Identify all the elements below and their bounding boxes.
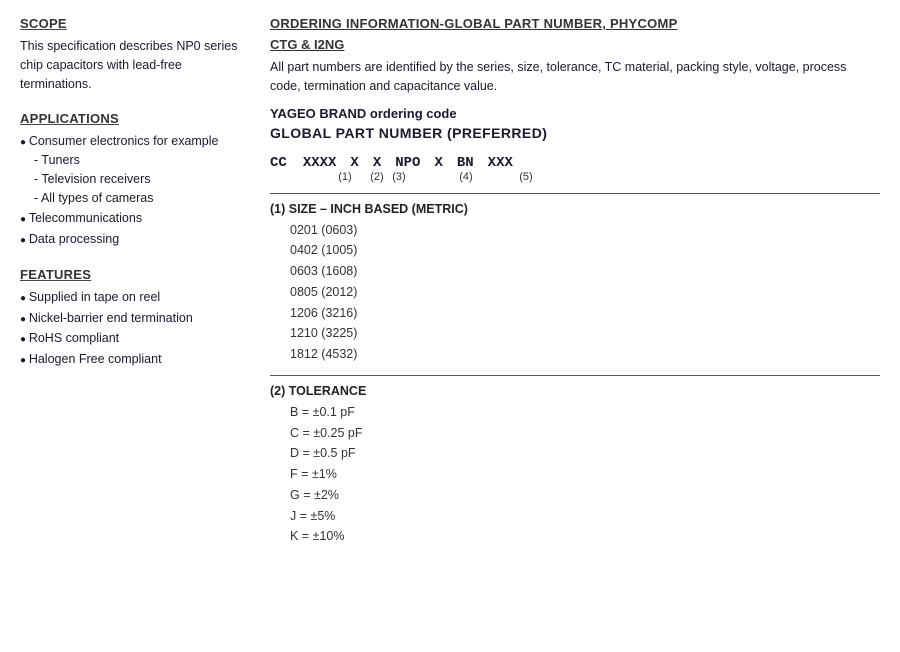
table-row: 1812 (4532): [270, 344, 880, 365]
list-item: All types of cameras: [34, 189, 240, 208]
table-row: B = ±0.1 pF: [270, 402, 880, 423]
ordering-heading: ORDERING INFORMATION-GLOBAL PART NUMBER,…: [270, 16, 880, 31]
code-xxxx: XXXX: [303, 155, 337, 171]
code-x1: X: [350, 155, 358, 171]
brand-label: YAGEO BRAND ordering code: [270, 106, 880, 121]
sub-list: Tuners Television receivers All types of…: [20, 151, 240, 207]
features-heading: FEATURES: [20, 267, 240, 282]
list-item: Consumer electronics for example Tuners …: [20, 132, 240, 207]
right-column: ORDERING INFORMATION-GLOBAL PART NUMBER,…: [260, 16, 880, 557]
features-list: Supplied in tape on reel Nickel-barrier …: [20, 288, 240, 369]
table-row: 1206 (3216): [270, 303, 880, 324]
table-row: K = ±10%: [270, 526, 880, 547]
scope-text: This specification describes NP0 series …: [20, 37, 240, 93]
code-bn: BN: [457, 155, 474, 171]
table-row: 0805 (2012): [270, 282, 880, 303]
table-row: 0201 (0603): [270, 220, 880, 241]
divider-2: [270, 375, 880, 376]
table-row: 0402 (1005): [270, 240, 880, 261]
table-row: 0603 (1608): [270, 261, 880, 282]
list-item: Data processing: [20, 230, 240, 249]
ordering-subheading: CTG & I2NG: [270, 37, 880, 52]
list-item: RoHS compliant: [20, 329, 240, 348]
size-section: (1) SIZE – INCH BASED (METRIC) 0201 (060…: [270, 202, 880, 365]
tolerance-title: (2) TOLERANCE: [270, 384, 880, 398]
list-item: Tuners: [34, 151, 240, 170]
list-item: Supplied in tape on reel: [20, 288, 240, 307]
list-item: Television receivers: [34, 170, 240, 189]
code-x2: X: [373, 155, 381, 171]
list-item: Halogen Free compliant: [20, 350, 240, 369]
table-row: 1210 (3225): [270, 323, 880, 344]
code-npo: NPO: [395, 155, 420, 171]
code-x3: X: [434, 155, 442, 171]
divider-1: [270, 193, 880, 194]
part-number-nums-row: (1) (2) (3) (4) (5): [270, 171, 880, 183]
ordering-intro: All part numbers are identified by the s…: [270, 58, 880, 96]
part-number-block: CC XXXX X X NPO X BN XXX (1) (2) (3) (4)…: [270, 155, 880, 183]
scope-section: SCOPE This specification describes NP0 s…: [20, 16, 240, 93]
features-section: FEATURES Supplied in tape on reel Nickel…: [20, 267, 240, 369]
table-row: G = ±2%: [270, 485, 880, 506]
code-cc: CC: [270, 155, 287, 171]
table-row: J = ±5%: [270, 506, 880, 527]
list-item: Telecommunications: [20, 209, 240, 228]
applications-section: APPLICATIONS Consumer electronics for ex…: [20, 111, 240, 249]
applications-heading: APPLICATIONS: [20, 111, 240, 126]
size-title: (1) SIZE – INCH BASED (METRIC): [270, 202, 880, 216]
list-item: Nickel-barrier end termination: [20, 309, 240, 328]
applications-list: Consumer electronics for example Tuners …: [20, 132, 240, 249]
left-column: SCOPE This specification describes NP0 s…: [20, 16, 260, 557]
scope-heading: SCOPE: [20, 16, 240, 31]
tolerance-section: (2) TOLERANCE B = ±0.1 pF C = ±0.25 pF D…: [270, 384, 880, 547]
table-row: F = ±1%: [270, 464, 880, 485]
table-row: D = ±0.5 pF: [270, 443, 880, 464]
code-xxx: XXX: [488, 155, 513, 171]
global-part-label: GLOBAL PART NUMBER (PREFERRED): [270, 125, 880, 141]
table-row: C = ±0.25 pF: [270, 423, 880, 444]
part-number-code-row: CC XXXX X X NPO X BN XXX: [270, 155, 880, 171]
